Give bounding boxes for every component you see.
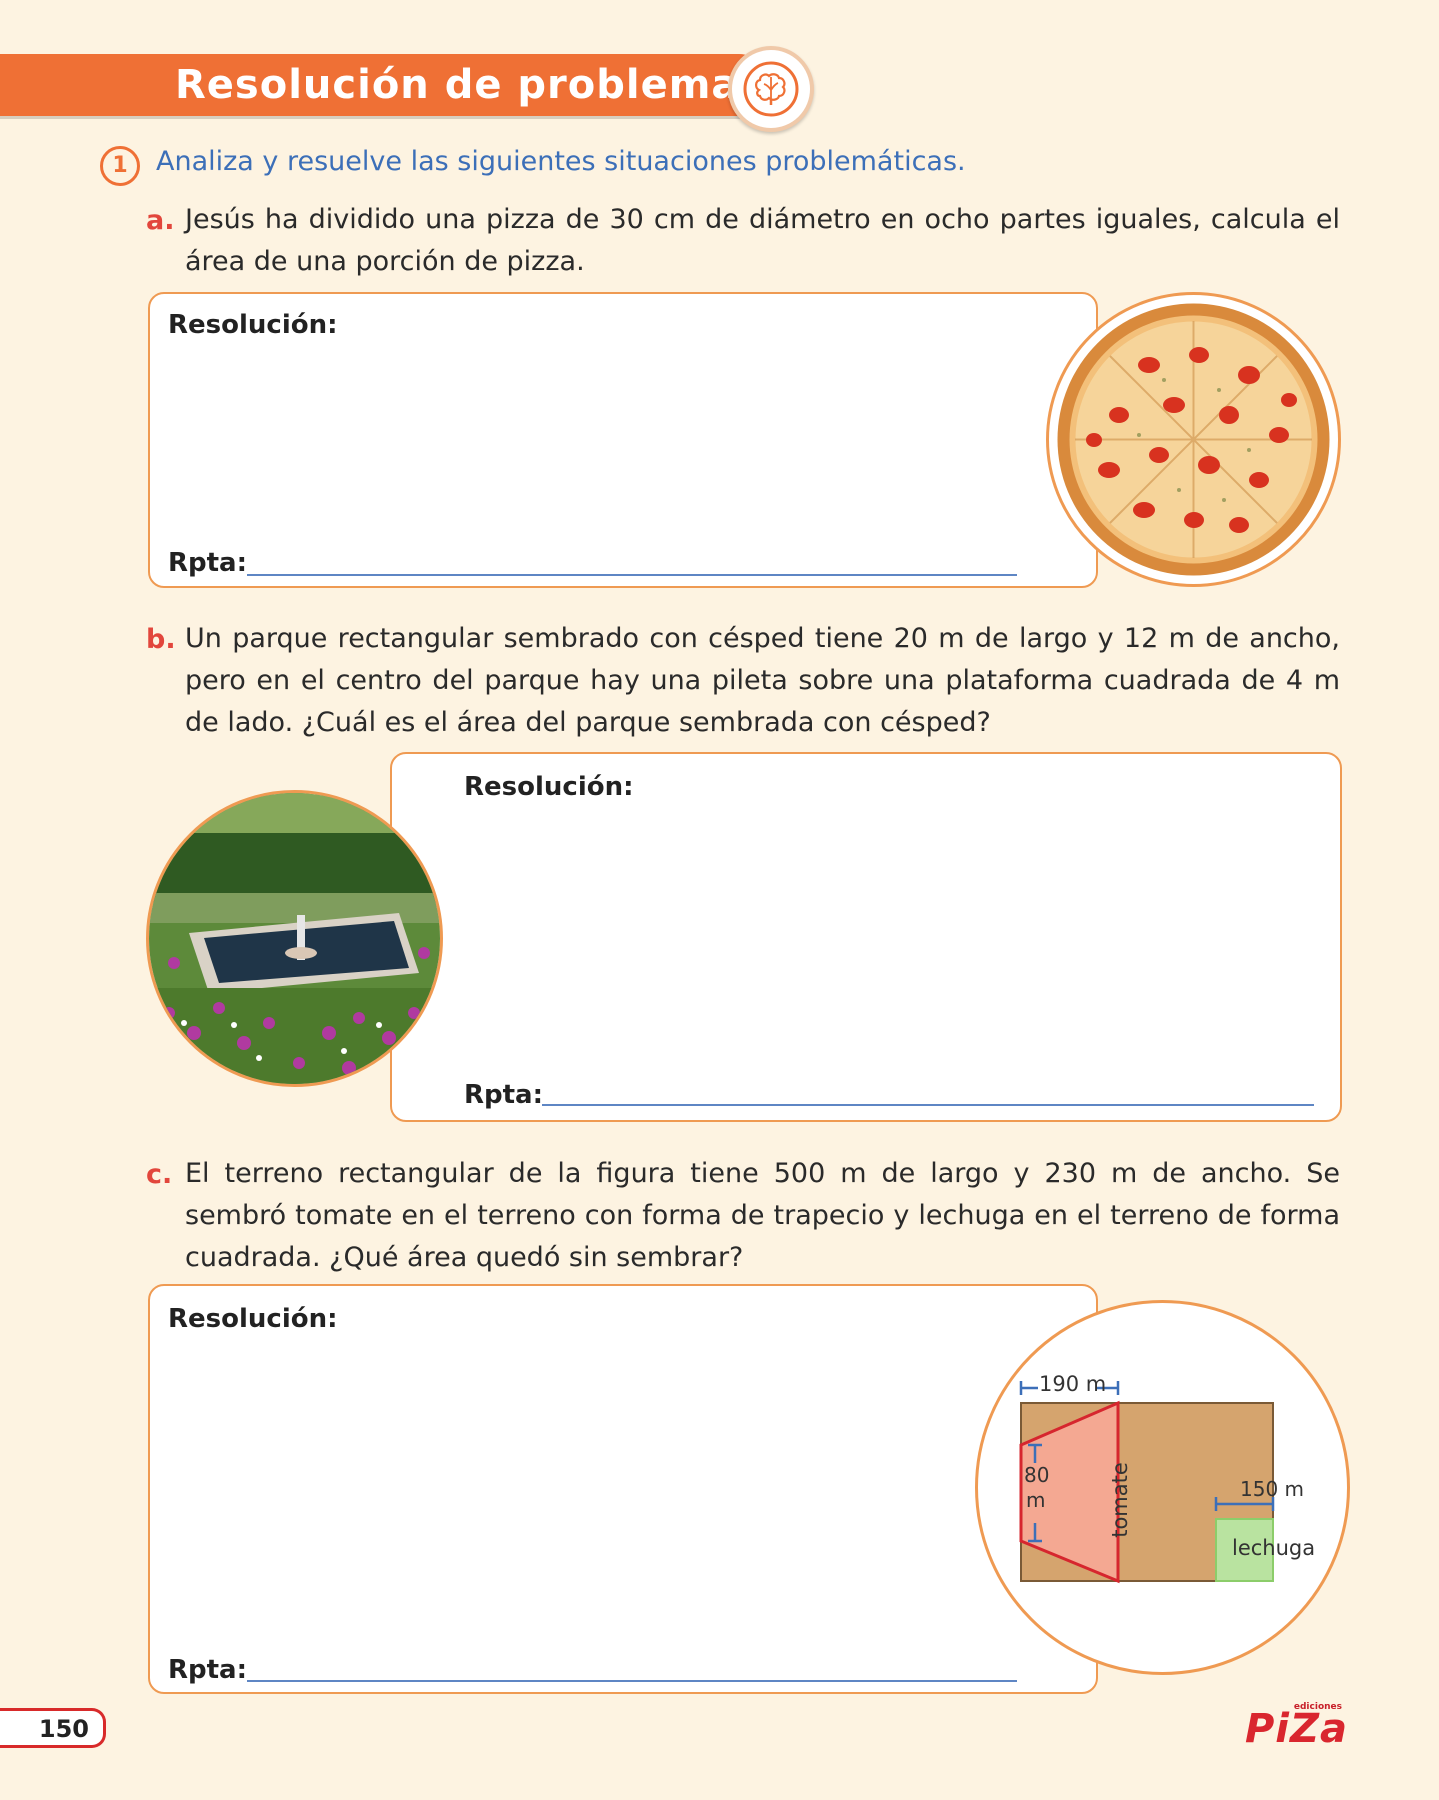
problem-b-text: Un parque rectangular sembrado con céspe… <box>185 623 1340 738</box>
answer-box-c[interactable] <box>148 1284 1098 1694</box>
answer-line-a[interactable] <box>247 574 1017 576</box>
problem-a-letter: a. <box>146 205 175 236</box>
dimension-80-unit: m <box>1026 1488 1046 1512</box>
problem-c-letter: c. <box>146 1159 173 1190</box>
dimension-150: 150 m <box>1240 1477 1305 1501</box>
problem-b-letter: b. <box>146 624 176 655</box>
resolution-label-c: Resolución: <box>168 1304 338 1334</box>
answer-label-c: Rpta: <box>168 1655 248 1685</box>
brain-icon <box>728 46 814 132</box>
answer-label-a: Rpta: <box>168 548 248 578</box>
brand-name: PiZa <box>1244 1706 1348 1752</box>
page-title: Resolución de problemas <box>175 62 765 108</box>
publisher-logo: ediciones PiZa <box>1238 1700 1348 1758</box>
exercise-instruction: Analiza y resuelve las siguientes situac… <box>156 146 966 177</box>
pizza-photo <box>1046 292 1341 587</box>
resolution-label-a: Resolución: <box>168 310 338 340</box>
resolution-label-b: Resolución: <box>464 772 634 802</box>
answer-box-b[interactable] <box>390 752 1342 1122</box>
dimension-80: 80 <box>1024 1463 1050 1487</box>
answer-line-c[interactable] <box>247 1680 1017 1682</box>
exercise-number: 1 <box>100 146 140 186</box>
tomato-label: tomate <box>1108 1462 1132 1538</box>
answer-line-b[interactable] <box>542 1104 1314 1106</box>
problem-a-text: Jesús ha dividido una pizza de 30 cm de … <box>185 204 1340 277</box>
lettuce-label: lechuga <box>1232 1536 1316 1560</box>
answer-label-b: Rpta: <box>464 1080 544 1110</box>
page-number: 150 <box>0 1708 106 1748</box>
problem-c-text: El terreno rectangular de la figura tien… <box>185 1158 1340 1273</box>
fountain-garden-photo <box>146 790 443 1087</box>
dimension-190: 190 m <box>1039 1372 1107 1396</box>
